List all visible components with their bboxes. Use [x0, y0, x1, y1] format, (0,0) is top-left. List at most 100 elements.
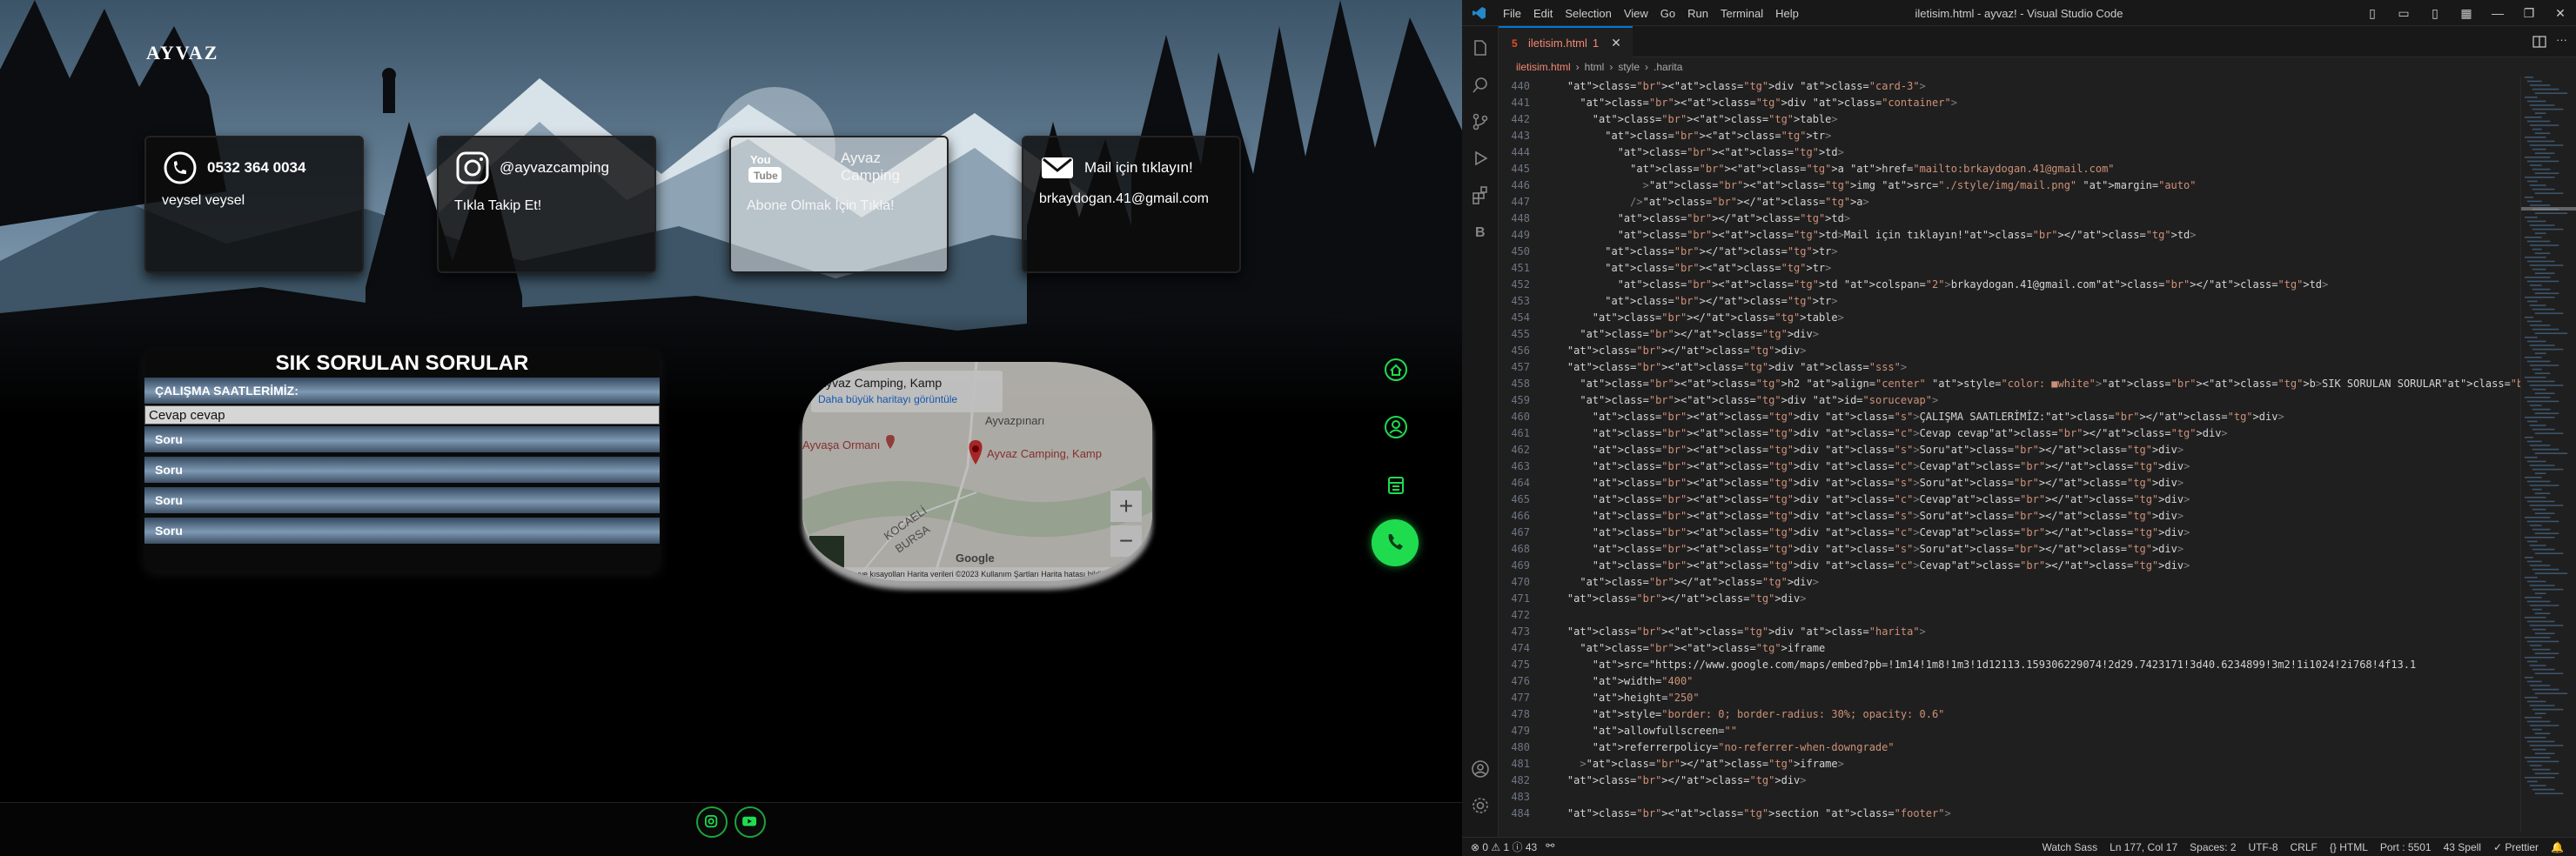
status-spell[interactable]: 43 Spell — [2444, 841, 2481, 853]
code-line[interactable]: 457 "at">class="br"><"at">class="tg">div… — [1499, 359, 2520, 376]
code-editor[interactable]: 440 "at">class="br"><"at">class="tg">div… — [1499, 77, 2520, 832]
code-line[interactable]: 472 — [1499, 607, 2520, 624]
code-line[interactable]: 451 "at">class="br"><"at">class="tg">tr> — [1499, 260, 2520, 277]
code-line[interactable]: 468 "at">class="br"><"at">class="tg">div… — [1499, 541, 2520, 558]
status-cursor-position[interactable]: Ln 177, Col 17 — [2110, 841, 2177, 853]
split-editor-icon[interactable] — [2532, 35, 2546, 49]
status-encoding[interactable]: UTF-8 — [2249, 841, 2278, 853]
code-line[interactable]: 459 "at">class="br"><"at">class="tg">div… — [1499, 392, 2520, 409]
tab-close-icon[interactable]: ✕ — [1611, 36, 1621, 50]
code-line[interactable]: 481 >"at">class="br"></"at">class="tg">i… — [1499, 756, 2520, 772]
menu-edit[interactable]: Edit — [1527, 7, 1559, 20]
explorer-icon[interactable] — [1470, 38, 1491, 59]
code-line[interactable]: 449 "at">class="br"><"at">class="tg">td>… — [1499, 227, 2520, 244]
toggle-sidebar-icon[interactable]: ▯ — [2357, 6, 2388, 21]
code-line[interactable]: 450 "at">class="br"></"at">class="tg">tr… — [1499, 244, 2520, 260]
toggle-panel-icon[interactable]: ▭ — [2388, 6, 2419, 21]
code-line[interactable]: 440 "at">class="br"><"at">class="tg">div… — [1499, 78, 2520, 95]
breadcrumb-style[interactable]: style — [1618, 61, 1640, 73]
menu-run[interactable]: Run — [1681, 7, 1714, 20]
code-line[interactable]: 484 "at">class="br"><"at">class="tg">sec… — [1499, 806, 2520, 822]
code-line[interactable]: 443 "at">class="br"><"at">class="tg">tr> — [1499, 128, 2520, 144]
status-indentation[interactable]: Spaces: 2 — [2190, 841, 2236, 853]
code-line[interactable]: 463 "at">class="br"><"at">class="tg">div… — [1499, 458, 2520, 475]
menu-selection[interactable]: Selection — [1559, 7, 1617, 20]
code-line[interactable]: 445 "at">class="br"><"at">class="tg">a "… — [1499, 161, 2520, 177]
call-button[interactable] — [1372, 519, 1419, 566]
code-line[interactable]: 465 "at">class="br"><"at">class="tg">div… — [1499, 492, 2520, 508]
home-icon[interactable] — [1384, 358, 1408, 382]
faq-question[interactable]: Soru — [144, 426, 660, 452]
instagram-card[interactable]: @ayvazcamping Tıkla Takip Et! — [437, 136, 656, 273]
code-line[interactable]: 461 "at">class="br"><"at">class="tg">div… — [1499, 425, 2520, 442]
menu-help[interactable]: Help — [1769, 7, 1805, 20]
problems-indicator[interactable]: ⊗ 0 ⚠ 1 ⓘ 43 — [1471, 839, 1537, 854]
bootstrap-extension-icon[interactable]: B — [1470, 221, 1491, 242]
calendar-icon[interactable] — [1384, 473, 1408, 498]
status-live-server-port[interactable]: Port : 5501 — [2380, 841, 2432, 853]
code-line[interactable]: 475 "at">src="https://www.google.com/map… — [1499, 657, 2520, 673]
minimize-icon[interactable]: — — [2482, 6, 2513, 20]
code-line[interactable]: 446 >"at">class="br"><"at">class="tg">im… — [1499, 177, 2520, 194]
code-line[interactable]: 477 "at">height="250" — [1499, 690, 2520, 706]
tab-iletisim-html[interactable]: 5 iletisim.html 1 ✕ — [1499, 26, 1633, 57]
code-line[interactable]: 473 "at">class="br"><"at">class="tg">div… — [1499, 624, 2520, 640]
faq-question[interactable]: Soru — [144, 487, 660, 513]
run-debug-icon[interactable] — [1470, 148, 1491, 169]
status-prettier[interactable]: ✓ Prettier — [2493, 841, 2539, 853]
footer-youtube-icon[interactable] — [735, 806, 766, 838]
breadcrumb-html[interactable]: html — [1585, 61, 1605, 73]
faq-question[interactable]: Soru — [144, 457, 660, 483]
source-control-icon[interactable] — [1470, 111, 1491, 132]
youtube-card[interactable]: You Tube Ayvaz Camping Abone Olmak İçin … — [729, 136, 949, 273]
minimap[interactable] — [2520, 77, 2576, 832]
extensions-icon[interactable] — [1470, 184, 1491, 205]
site-logo[interactable]: AYVAZ — [146, 42, 218, 64]
status-language[interactable]: {} HTML — [2330, 841, 2368, 853]
code-line[interactable]: 456 "at">class="br"></"at">class="tg">di… — [1499, 343, 2520, 359]
status-watch-sass[interactable]: Watch Sass — [2043, 841, 2098, 853]
more-actions-icon[interactable]: ··· — [2556, 33, 2567, 46]
code-line[interactable]: 479 "at">allowfullscreen="" — [1499, 723, 2520, 739]
map-zoom-in-button[interactable]: + — [1110, 491, 1142, 522]
faq-question-hours[interactable]: ÇALIŞMA SAATLERİMİZ: — [144, 378, 660, 404]
code-line[interactable]: 462 "at">class="br"><"at">class="tg">div… — [1499, 442, 2520, 458]
code-line[interactable]: 466 "at">class="br"><"at">class="tg">div… — [1499, 508, 2520, 525]
notifications-bell-icon[interactable]: 🔔 — [2551, 841, 2564, 853]
user-icon[interactable] — [1384, 415, 1408, 439]
search-icon[interactable] — [1470, 75, 1491, 96]
map-embed[interactable]: Ayvaz Camping, Kamp Daha büyük haritayı … — [802, 362, 1152, 581]
code-line[interactable]: 452 "at">class="br"><"at">class="tg">td … — [1499, 277, 2520, 293]
code-line[interactable]: 442 "at">class="br"><"at">class="tg">tab… — [1499, 111, 2520, 128]
mail-card[interactable]: Mail için tıklayın! brkaydogan.41@gmail.… — [1022, 136, 1241, 273]
customize-layout-icon[interactable]: ▦ — [2451, 6, 2482, 21]
code-line[interactable]: 480 "at">referrerpolicy="no-referrer-whe… — [1499, 739, 2520, 756]
breadcrumb-file[interactable]: iletisim.html — [1516, 61, 1571, 73]
code-line[interactable]: 476 "at">width="400" — [1499, 673, 2520, 690]
code-line[interactable]: 455 "at">class="br"></"at">class="tg">di… — [1499, 326, 2520, 343]
account-icon[interactable] — [1470, 759, 1491, 779]
map-larger-link[interactable]: Daha büyük haritayı görüntüle — [818, 393, 996, 405]
map-zoom-out-button[interactable]: − — [1110, 525, 1142, 557]
code-line[interactable]: 471 "at">class="br"></"at">class="tg">di… — [1499, 591, 2520, 607]
code-line[interactable]: 454 "at">class="br"></"at">class="tg">ta… — [1499, 310, 2520, 326]
menu-terminal[interactable]: Terminal — [1714, 7, 1769, 20]
code-line[interactable]: 453 "at">class="br"></"at">class="tg">tr… — [1499, 293, 2520, 310]
close-icon[interactable]: ✕ — [2545, 6, 2576, 21]
status-eol[interactable]: CRLF — [2291, 841, 2318, 853]
whatsapp-card[interactable]: 0532 364 0034 veysel veysel — [144, 136, 364, 273]
code-line[interactable]: 467 "at">class="br"><"at">class="tg">div… — [1499, 525, 2520, 541]
menu-view[interactable]: View — [1618, 7, 1654, 20]
code-line[interactable]: 482 "at">class="br"></"at">class="tg">di… — [1499, 772, 2520, 789]
map-location-pin-icon[interactable] — [966, 440, 985, 466]
menu-go[interactable]: Go — [1654, 7, 1681, 20]
code-line[interactable]: 470 "at">class="br"></"at">class="tg">di… — [1499, 574, 2520, 591]
code-line[interactable]: 441 "at">class="br"><"at">class="tg">div… — [1499, 95, 2520, 111]
faq-question[interactable]: Soru — [144, 518, 660, 544]
code-line[interactable]: 460 "at">class="br"><"at">class="tg">div… — [1499, 409, 2520, 425]
toggle-secondary-sidebar-icon[interactable]: ▯ — [2419, 6, 2451, 21]
menu-file[interactable]: File — [1497, 7, 1527, 20]
settings-gear-icon[interactable] — [1470, 795, 1491, 816]
code-line[interactable]: 458 "at">class="br"><"at">class="tg">h2 … — [1499, 376, 2520, 392]
code-line[interactable]: 478 "at">style="border: 0; border-radius… — [1499, 706, 2520, 723]
